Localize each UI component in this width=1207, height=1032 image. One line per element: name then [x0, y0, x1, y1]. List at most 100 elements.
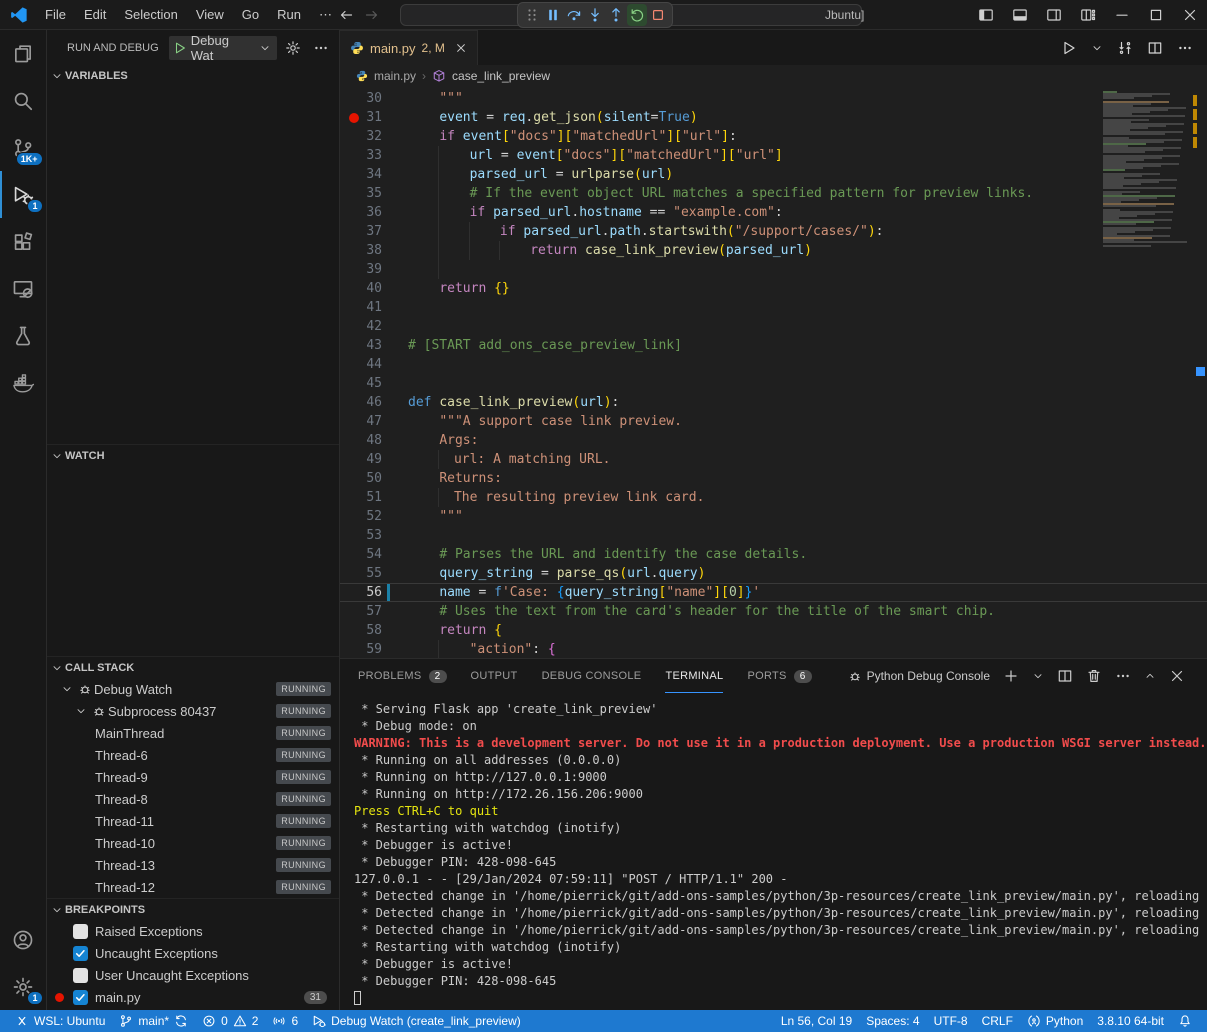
watch-section-header[interactable]: WATCH — [47, 444, 339, 466]
call-stack-row[interactable]: Thread-9RUNNING — [47, 766, 339, 788]
gutter[interactable]: 31 — [340, 108, 408, 127]
code-line-50[interactable]: 50 Returns: — [340, 469, 1207, 488]
code-line-34[interactable]: 34 parsed_url = urlparse(url) — [340, 165, 1207, 184]
interpreter-status[interactable]: 3.8.10 64-bit — [1090, 1010, 1171, 1032]
breadcrumb-file[interactable]: main.py — [374, 69, 416, 83]
checkbox[interactable] — [73, 968, 88, 983]
gutter[interactable]: 48 — [340, 431, 408, 450]
gutter[interactable]: 35 — [340, 184, 408, 203]
grip-icon[interactable] — [522, 4, 542, 26]
debug-more-actions-icon[interactable] — [309, 36, 333, 60]
step-into-icon[interactable] — [585, 4, 605, 26]
code-line-39[interactable]: 39 — [340, 260, 1207, 279]
restart-icon[interactable] — [627, 4, 647, 26]
gutter[interactable]: 47 — [340, 412, 408, 431]
encoding-status[interactable]: UTF-8 — [927, 1010, 975, 1032]
panel-tab-terminal[interactable]: TERMINAL — [665, 659, 723, 693]
menu-go[interactable]: Go — [233, 0, 268, 30]
code-editor[interactable]: 30 """31 event = req.get_json(silent=Tru… — [340, 87, 1207, 658]
step-over-icon[interactable] — [564, 4, 584, 26]
activity-testing[interactable] — [0, 312, 47, 359]
gutter[interactable]: 44 — [340, 355, 408, 374]
code-line-37[interactable]: 37 if parsed_url.path.startswith("/suppo… — [340, 222, 1207, 241]
menu-file[interactable]: File — [36, 0, 75, 30]
activity-search[interactable] — [0, 77, 47, 124]
activity-explorer[interactable] — [0, 30, 47, 77]
gutter[interactable]: 30 — [340, 89, 408, 108]
code-line-51[interactable]: 51 The resulting preview link card. — [340, 488, 1207, 507]
debug-session-status[interactable]: Debug Watch (create_link_preview) — [305, 1010, 528, 1032]
tab-main-py[interactable]: main.py 2, M — [340, 30, 478, 65]
call-stack-row[interactable]: Debug WatchRUNNING — [47, 678, 339, 700]
minimize-button[interactable] — [1105, 0, 1139, 30]
gutter[interactable]: 54 — [340, 545, 408, 564]
activity-run-and-debug[interactable]: 1 — [0, 171, 47, 218]
gutter[interactable]: 50 — [340, 469, 408, 488]
toggle-panel-icon[interactable] — [1003, 0, 1037, 30]
gutter[interactable]: 49 — [340, 450, 408, 469]
gutter[interactable]: 37 — [340, 222, 408, 241]
menu-view[interactable]: View — [187, 0, 233, 30]
call-stack-row[interactable]: Subprocess 80437RUNNING — [47, 700, 339, 722]
gutter[interactable]: 55 — [340, 564, 408, 583]
close-panel-icon[interactable] — [1169, 668, 1185, 684]
kill-terminal-icon[interactable] — [1086, 668, 1102, 684]
panel-tab-ports[interactable]: PORTS6 — [747, 659, 811, 693]
code-line-44[interactable]: 44 — [340, 355, 1207, 374]
go-forward-button[interactable] — [364, 7, 380, 23]
gutter[interactable]: 59 — [340, 640, 408, 658]
git-branch-status[interactable]: main* — [112, 1010, 195, 1032]
terminal-instance[interactable]: Python Debug Console — [848, 669, 990, 683]
indentation-status[interactable]: Spaces: 4 — [859, 1010, 926, 1032]
variables-section-header[interactable]: VARIABLES — [47, 65, 339, 87]
customize-layout-icon[interactable] — [1071, 0, 1105, 30]
code-line-56[interactable]: 56 name = f'Case: {query_string["name"][… — [340, 583, 1207, 602]
breakpoints-section-header[interactable]: BREAKPOINTS — [47, 898, 339, 920]
gutter[interactable]: 58 — [340, 621, 408, 640]
call-stack-row[interactable]: Thread-6RUNNING — [47, 744, 339, 766]
breakpoint-row[interactable]: User Uncaught Exceptions — [47, 964, 339, 986]
toggle-sidebar-icon[interactable] — [969, 0, 1003, 30]
split-editor-icon[interactable] — [1147, 40, 1163, 56]
minimap[interactable] — [1103, 91, 1191, 247]
gutter[interactable]: 43 — [340, 336, 408, 355]
remote-indicator[interactable]: WSL: Ubuntu — [8, 1010, 112, 1032]
code-line-35[interactable]: 35 # If the event object URL matches a s… — [340, 184, 1207, 203]
code-line-45[interactable]: 45 — [340, 374, 1207, 393]
code-line-48[interactable]: 48 Args: — [340, 431, 1207, 450]
call-stack-section-header[interactable]: CALL STACK — [47, 656, 339, 678]
call-stack-row[interactable]: Thread-12RUNNING — [47, 876, 339, 898]
language-status[interactable]: Python — [1020, 1010, 1090, 1032]
cursor-position-status[interactable]: Ln 56, Col 19 — [774, 1010, 859, 1032]
gutter[interactable]: 46 — [340, 393, 408, 412]
gutter[interactable]: 39 — [340, 260, 408, 279]
code-line-59[interactable]: 59 "action": { — [340, 640, 1207, 658]
close-window-button[interactable] — [1173, 0, 1207, 30]
editor-more-actions-icon[interactable] — [1177, 40, 1193, 56]
step-out-icon[interactable] — [606, 4, 626, 26]
gutter[interactable]: 33 — [340, 146, 408, 165]
code-line-47[interactable]: 47 """A support case link preview. — [340, 412, 1207, 431]
menu-edit[interactable]: Edit — [75, 0, 115, 30]
notifications-bell[interactable] — [1171, 1010, 1199, 1032]
panel-more-actions-icon[interactable] — [1115, 668, 1131, 684]
gutter[interactable]: 53 — [340, 526, 408, 545]
call-stack-row[interactable]: Thread-8RUNNING — [47, 788, 339, 810]
code-line-43[interactable]: 43# [START add_ons_case_preview_link] — [340, 336, 1207, 355]
run-or-debug-icon[interactable] — [1117, 40, 1133, 56]
problems-status[interactable]: 0 2 — [195, 1010, 265, 1032]
toggle-secondary-sidebar-icon[interactable] — [1037, 0, 1071, 30]
panel-tab-debug-console[interactable]: DEBUG CONSOLE — [542, 659, 642, 693]
gutter[interactable]: 38 — [340, 241, 408, 260]
activity-account[interactable] — [0, 916, 47, 963]
pause-icon[interactable] — [543, 4, 563, 26]
gutter[interactable]: 51 — [340, 488, 408, 507]
activity-source-control[interactable]: 1K+ — [0, 124, 47, 171]
breakpoint-row[interactable]: Raised Exceptions — [47, 920, 339, 942]
code-line-30[interactable]: 30 """ — [340, 89, 1207, 108]
breakpoint-row[interactable]: main.py31 — [47, 986, 339, 1008]
code-line-54[interactable]: 54 # Parses the URL and identify the cas… — [340, 545, 1207, 564]
menu-run[interactable]: Run — [268, 0, 310, 30]
close-tab-icon[interactable] — [455, 42, 467, 54]
code-line-41[interactable]: 41 — [340, 298, 1207, 317]
